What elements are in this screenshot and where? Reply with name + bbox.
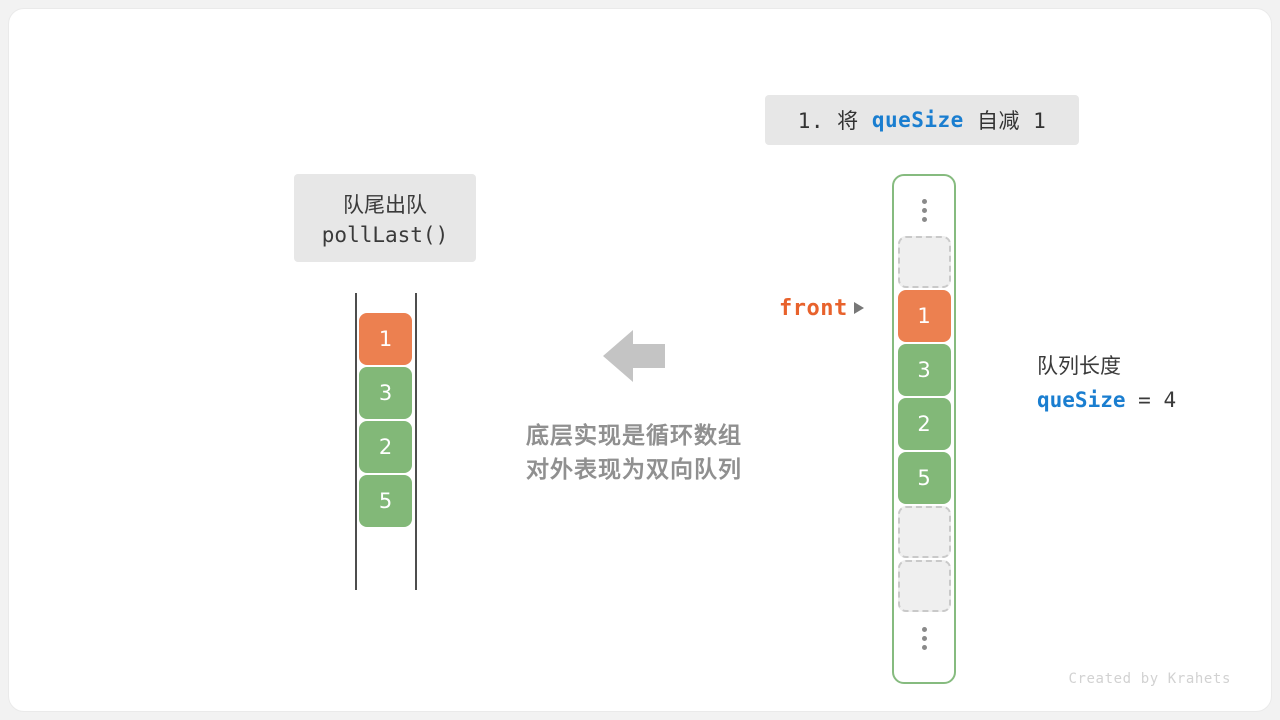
circular-cell: 2 <box>897 398 951 450</box>
linear-deque-view: 1 3 2 5 <box>355 293 417 590</box>
vertical-ellipsis-icon-bottom <box>894 614 954 662</box>
circular-cell-empty <box>897 236 951 288</box>
array-rail-left <box>355 293 357 590</box>
linear-cell-stack: 1 3 2 5 <box>359 313 412 527</box>
linear-cell: 1 <box>359 313 412 365</box>
circular-cell-empty <box>897 560 951 612</box>
figure-canvas: 1. 将 queSize 自减 1 队尾出队 pollLast() 1 3 2 … <box>9 9 1271 711</box>
operation-label-box: 队尾出队 pollLast() <box>294 174 476 262</box>
linear-cell: 5 <box>359 475 412 527</box>
step-title-suffix: 自减 1 <box>963 109 1047 133</box>
circular-cell: 3 <box>897 344 951 396</box>
queue-size-info: 队列长度 queSize = 4 <box>1037 350 1176 412</box>
queue-size-expression: queSize = 4 <box>1037 388 1176 412</box>
figure-card: 1. 将 queSize 自减 1 队尾出队 pollLast() 1 3 2 … <box>8 8 1272 712</box>
queue-size-label: 队列长度 <box>1037 354 1121 378</box>
vertical-ellipsis-icon-top <box>894 186 954 234</box>
center-caption-line2: 对外表现为双向队列 <box>526 457 742 483</box>
circular-cell: 5 <box>897 452 951 504</box>
operation-label-line2: pollLast() <box>321 223 449 247</box>
linear-cell: 3 <box>359 367 412 419</box>
front-pointer-label: front <box>779 295 848 321</box>
step-title-keyword: queSize <box>871 108 964 132</box>
front-pointer: front <box>779 292 864 324</box>
right-arrowhead-icon <box>853 302 864 314</box>
operation-label-line1: 队尾出队 <box>343 193 427 217</box>
array-rail-right <box>415 293 417 590</box>
circular-array-view: 1 3 2 5 <box>892 174 956 684</box>
queue-size-keyword: queSize <box>1037 388 1126 412</box>
center-caption-line1: 底层实现是循环数组 <box>526 423 742 449</box>
circular-cell-empty <box>897 506 951 558</box>
step-title-prefix: 1. 将 <box>797 109 872 133</box>
left-arrow-icon <box>603 328 665 384</box>
credit-text: Created by Krahets <box>1068 671 1231 687</box>
circular-cell: 1 <box>897 290 951 342</box>
queue-size-value: = 4 <box>1125 388 1177 412</box>
linear-cell: 2 <box>359 421 412 473</box>
step-title-chip: 1. 将 queSize 自减 1 <box>765 95 1079 145</box>
center-caption: 底层实现是循环数组 对外表现为双向队列 <box>464 419 804 487</box>
